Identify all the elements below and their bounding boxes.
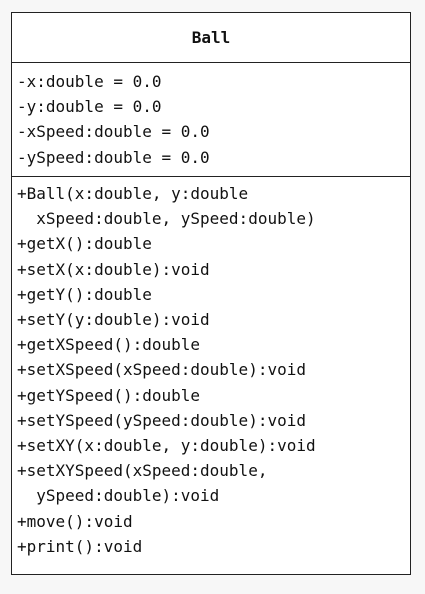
operation-sety: +setY(y:double):void [17, 310, 210, 330]
operation-setx: +setX(x:double):void [17, 259, 210, 279]
operation-move: +move():void [17, 511, 133, 531]
attributes-compartment: -x:double = 0.0 -y:double = 0.0 -xSpeed:… [12, 63, 410, 177]
operation-constructor: +Ball(x:double, y:double [17, 184, 249, 203]
operation-print: +print():void [17, 536, 143, 556]
operation-constructor-continued: xSpeed:double, ySpeed:double) [17, 209, 316, 229]
operation-setxspeed: +setXSpeed(xSpeed:double):void [17, 360, 306, 380]
attribute-yspeed: -ySpeed:double = 0.0 [17, 147, 210, 167]
operation-getyspeed: +getYSpeed():double [17, 385, 201, 405]
operation-getxspeed: +getXSpeed():double [17, 335, 201, 355]
operation-setyspeed: +setYSpeed(ySpeed:double):void [17, 410, 306, 430]
uml-class-box: Ball -x:double = 0.0 -y:double = 0.0 -xS… [11, 12, 411, 575]
attribute-x: -x:double = 0.0 [17, 72, 162, 91]
attribute-y: -y:double = 0.0 [17, 97, 162, 117]
attribute-xspeed: -xSpeed:double = 0.0 [17, 122, 210, 142]
operation-setxyspeed-continued: ySpeed:double):void [17, 486, 220, 506]
operation-setxyspeed: +setXYSpeed(xSpeed:double, [17, 461, 268, 481]
operation-getx: +getX():double [17, 234, 152, 254]
operation-gety: +getY():double [17, 284, 152, 304]
class-name: Ball [12, 13, 410, 63]
operations-compartment: +Ball(x:double, y:double xSpeed:double, … [12, 177, 410, 559]
operation-setxy: +setXY(x:double, y:double):void [17, 436, 316, 456]
